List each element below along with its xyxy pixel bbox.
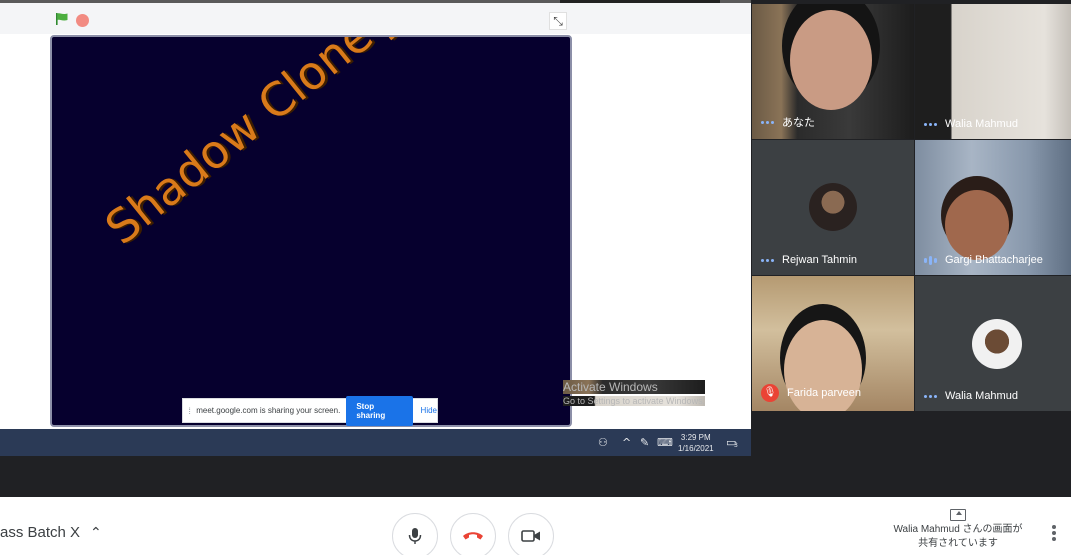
avatar bbox=[809, 183, 857, 231]
windows-taskbar: ⚇ ^ ✎ ⌨ 3:29 PM 1/16/2021 ▭ 3 bbox=[0, 429, 751, 456]
participant-tile[interactable]: Gargi Bhattacharjee bbox=[915, 140, 1071, 275]
participant-name: Walia Mahmud bbox=[945, 390, 1018, 402]
hang-up-button[interactable] bbox=[450, 513, 496, 555]
meeting-title[interactable]: ass Batch X ⌃ bbox=[0, 524, 102, 541]
participant-video bbox=[945, 190, 1009, 260]
participant-label: Rejwan Tahmin bbox=[761, 254, 857, 266]
keyboard-icon[interactable]: ⌨ bbox=[657, 436, 673, 449]
participant-label: あなた bbox=[761, 114, 815, 130]
meeting-title-text: ass Batch X bbox=[0, 524, 81, 541]
participant-name: あなた bbox=[782, 117, 815, 129]
participant-name: Rejwan Tahmin bbox=[782, 254, 858, 266]
participant-name: Farida parveen bbox=[787, 387, 861, 399]
scratch-toolbar: ⤡ bbox=[0, 0, 751, 34]
project-stage: Shadow Clone Jutsu bbox=[50, 35, 572, 427]
participant-tile[interactable]: あなた bbox=[752, 4, 914, 139]
green-flag-icon[interactable] bbox=[55, 12, 69, 26]
speaking-indicator-icon bbox=[924, 255, 937, 265]
participant-tile[interactable]: 🎙 Farida parveen bbox=[752, 276, 914, 411]
hang-up-icon bbox=[463, 532, 483, 540]
activate-title: Activate Windows bbox=[563, 380, 706, 394]
hide-link[interactable]: Hide bbox=[421, 406, 437, 415]
presenting-line-1: Walia Mahmud さんの画面が bbox=[893, 524, 1023, 535]
presenting-info[interactable]: Walia Mahmud さんの画面が 共有されています bbox=[884, 509, 1032, 551]
participant-name: Walia Mahmud bbox=[945, 118, 1018, 130]
pen-icon[interactable]: ✎ bbox=[640, 436, 649, 449]
participant-label: 🎙 Farida parveen bbox=[761, 384, 861, 402]
stop-icon[interactable] bbox=[76, 14, 89, 27]
microphone-button[interactable] bbox=[392, 513, 438, 555]
drag-handle-icon[interactable]: ⁞ bbox=[183, 406, 196, 416]
camera-icon bbox=[521, 530, 540, 542]
microphone-icon bbox=[408, 528, 422, 544]
more-options-icon[interactable] bbox=[761, 120, 774, 124]
exit-fullscreen-icon[interactable]: ⤡ bbox=[549, 12, 567, 30]
participant-tile[interactable]: Walia Mahmud bbox=[915, 4, 1071, 139]
participant-name: Gargi Bhattacharjee bbox=[945, 254, 1043, 266]
toolbar-strip bbox=[560, 0, 720, 3]
participant-video bbox=[790, 10, 872, 110]
present-screen-icon bbox=[950, 509, 966, 521]
meet-window: ⤡ Shadow Clone Jutsu ⁞ meet.google.com i… bbox=[0, 0, 1071, 555]
mic-off-icon: 🎙 bbox=[761, 384, 779, 402]
more-options-icon[interactable] bbox=[924, 394, 937, 398]
stop-sharing-button[interactable]: Stop sharing bbox=[346, 395, 413, 426]
stage-sprite-text: Shadow Clone Jutsu bbox=[95, 35, 483, 255]
participant-label: Walia Mahmud bbox=[924, 390, 1018, 402]
camera-button[interactable] bbox=[508, 513, 554, 555]
participant-tile[interactable]: Walia Mahmud bbox=[915, 276, 1071, 411]
chevron-up-icon[interactable]: ⌃ bbox=[90, 525, 102, 541]
presenting-line-2: 共有されています bbox=[918, 538, 998, 549]
participant-label: Gargi Bhattacharjee bbox=[924, 254, 1043, 266]
avatar bbox=[972, 319, 1022, 369]
more-options-icon[interactable] bbox=[1047, 525, 1061, 541]
sharing-message: meet.google.com is sharing your screen. bbox=[196, 406, 341, 415]
more-options-icon[interactable] bbox=[761, 258, 774, 262]
taskbar-clock[interactable]: 3:29 PM 1/16/2021 bbox=[678, 432, 714, 454]
more-options-icon[interactable] bbox=[924, 122, 937, 126]
activate-windows-watermark: Activate Windows Go to Settings to activ… bbox=[563, 380, 706, 406]
participant-tile[interactable]: Rejwan Tahmin bbox=[752, 140, 914, 275]
notification-count: 3 bbox=[734, 442, 738, 449]
participant-label: Walia Mahmud bbox=[924, 118, 1018, 130]
chevron-up-icon[interactable]: ^ bbox=[622, 436, 631, 449]
screen-sharing-bar: ⁞ meet.google.com is sharing your screen… bbox=[182, 395, 438, 426]
meeting-controls-bar: ass Batch X ⌃ Walia Mahmud さんの画面が 共有されてい… bbox=[0, 497, 1071, 555]
clock-date: 1/16/2021 bbox=[678, 444, 714, 453]
people-icon[interactable]: ⚇ bbox=[598, 436, 608, 449]
shared-screen: ⤡ Shadow Clone Jutsu ⁞ meet.google.com i… bbox=[0, 0, 751, 456]
activate-subtitle: Go to Settings to activate Windows. bbox=[563, 396, 706, 406]
clock-time: 3:29 PM bbox=[680, 433, 711, 442]
